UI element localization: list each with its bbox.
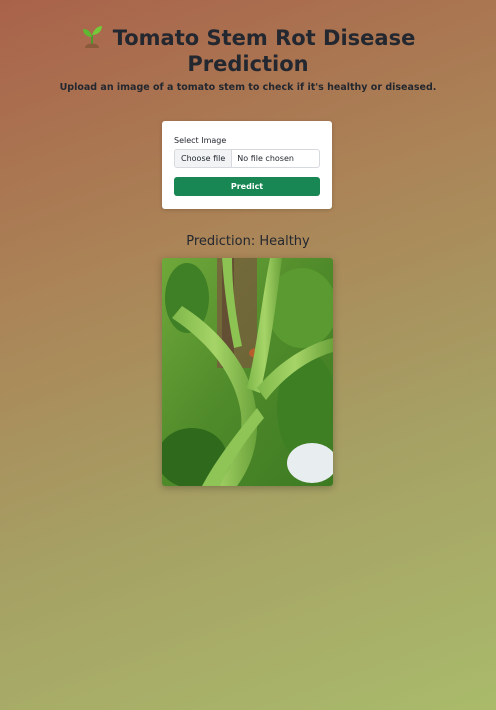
choose-file-button[interactable]: Choose file (175, 150, 233, 167)
prediction-result: Prediction: Healthy (186, 234, 310, 249)
file-status-text: No file chosen (237, 154, 294, 163)
page: Tomato Stem Rot Disease Prediction Uploa… (0, 0, 496, 710)
page-title: Tomato Stem Rot Disease Prediction (0, 24, 496, 77)
file-input[interactable]: Choose file No file chosen (174, 149, 320, 168)
tomato-stem-photo (162, 258, 333, 486)
page-title-text: Tomato Stem Rot Disease (112, 26, 416, 50)
page-title-line-2: Prediction (187, 52, 309, 76)
predict-button[interactable]: Predict (174, 177, 320, 196)
select-image-label: Select Image (174, 136, 227, 145)
uploaded-image (162, 258, 333, 486)
seedling-icon (82, 26, 102, 48)
page-subtitle: Upload an image of a tomato stem to chec… (59, 82, 437, 93)
upload-card: Select Image Choose file No file chosen … (162, 121, 332, 209)
page-title-line-1: Tomato Stem Rot Disease (0, 24, 496, 51)
